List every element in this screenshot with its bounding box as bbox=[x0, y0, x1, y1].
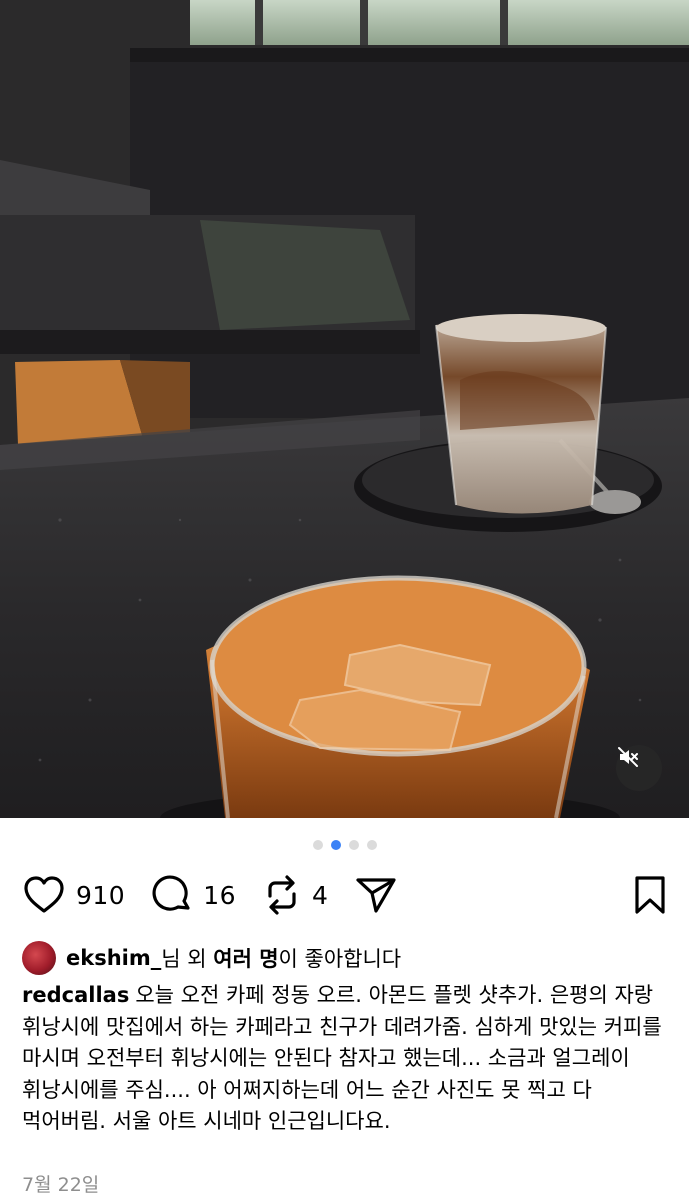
carousel-dot bbox=[312, 840, 323, 850]
mute-icon bbox=[618, 747, 638, 767]
liked-by-line[interactable]: ekshim_ 님 외 여러 명 이 좋아합니다 bbox=[22, 940, 667, 976]
repost-count: 4 bbox=[312, 880, 329, 910]
like-button[interactable]: 910 bbox=[22, 875, 125, 915]
post-caption: redcallas 오늘 오전 카페 정동 오르. 아몬드 플렛 샷추가. 은평의… bbox=[22, 980, 668, 1138]
comment-button[interactable]: 16 bbox=[151, 874, 236, 916]
save-button[interactable] bbox=[633, 874, 667, 916]
bookmark-icon bbox=[635, 876, 665, 914]
like-count: 910 bbox=[76, 880, 126, 910]
carousel-dot bbox=[348, 840, 359, 850]
comment-count: 16 bbox=[203, 880, 237, 910]
carousel-indicator bbox=[0, 840, 689, 850]
liked-by-others[interactable]: 여러 명 bbox=[213, 943, 278, 973]
repost-icon bbox=[268, 875, 296, 915]
carousel-dot bbox=[366, 840, 377, 850]
post-photo[interactable] bbox=[0, 0, 689, 818]
share-icon bbox=[356, 878, 397, 913]
liked-by-text: 님 외 bbox=[161, 947, 214, 971]
liker-username[interactable]: ekshim_ bbox=[66, 946, 161, 970]
repost-button[interactable]: 4 bbox=[262, 874, 328, 916]
comment-icon bbox=[152, 875, 190, 911]
heart-icon bbox=[24, 876, 64, 913]
liked-by-suffix: 이 좋아합니다 bbox=[278, 947, 402, 971]
post-date: 7월 22일 bbox=[22, 1174, 100, 1196]
share-button[interactable] bbox=[354, 874, 398, 916]
caption-username[interactable]: redcallas bbox=[22, 983, 129, 1007]
carousel-dot-active bbox=[330, 840, 341, 850]
avatar[interactable] bbox=[22, 941, 56, 975]
mute-button[interactable] bbox=[616, 745, 662, 791]
coffee-photo-illustration bbox=[0, 0, 689, 818]
post-action-bar: 910 16 4 bbox=[22, 870, 667, 920]
